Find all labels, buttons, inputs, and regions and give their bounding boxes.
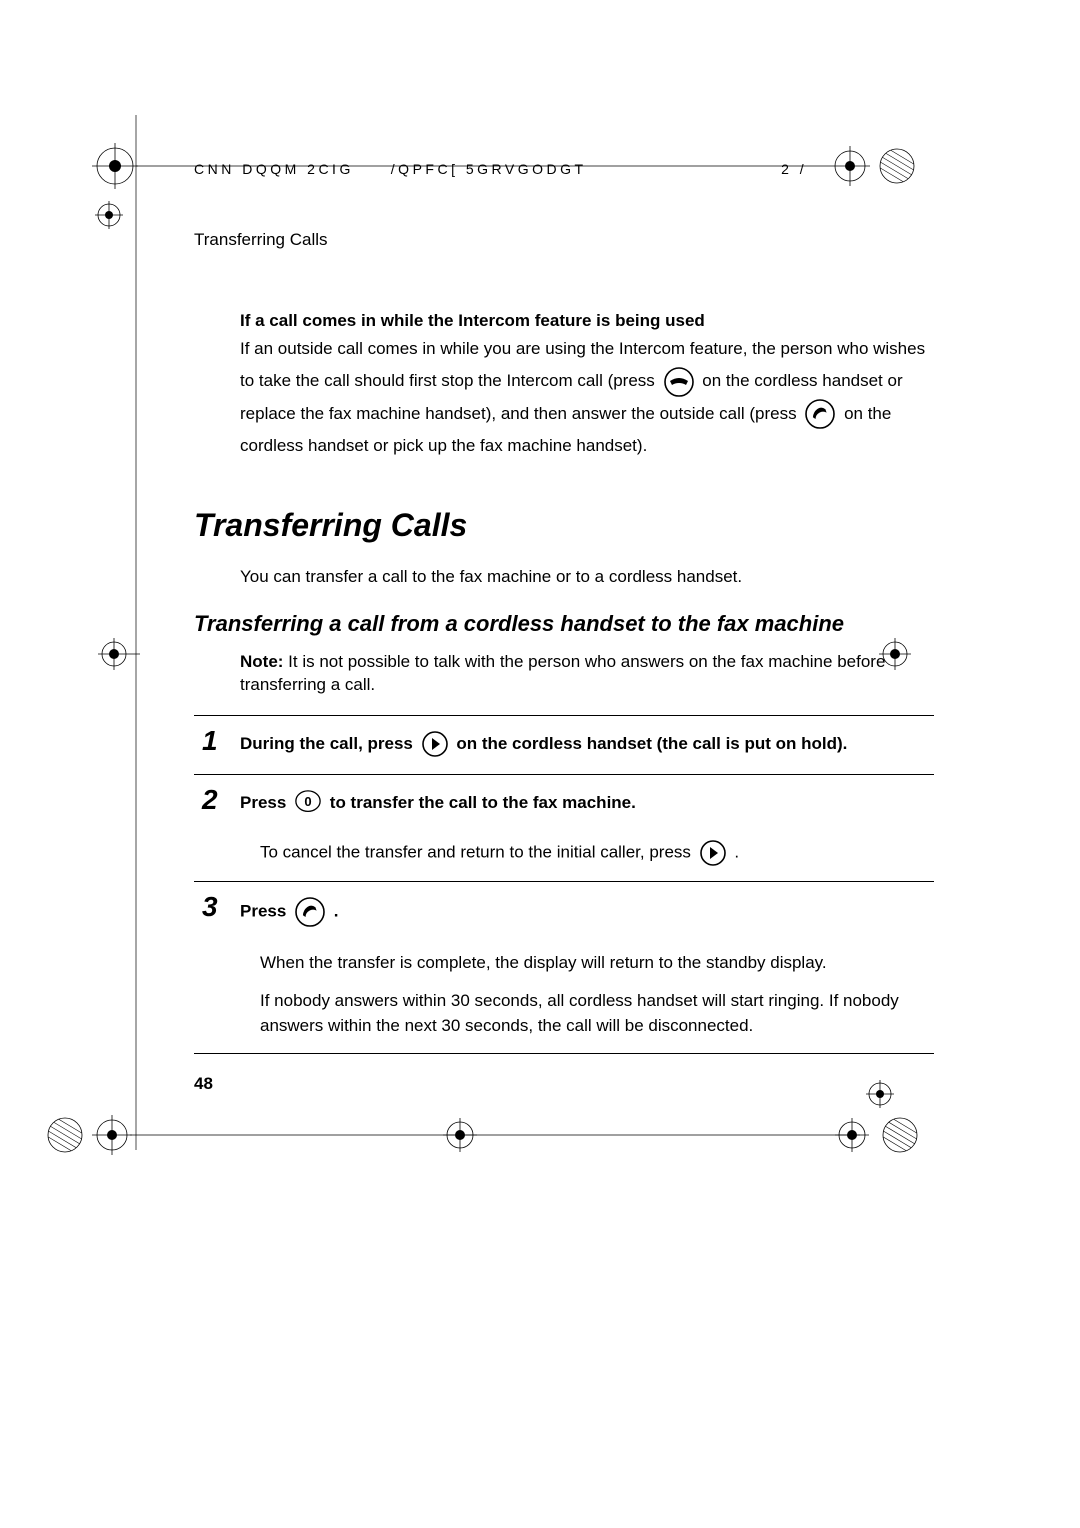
step-sub-text-2: If nobody answers within 30 seconds, all… bbox=[260, 988, 934, 1039]
step-text: To cancel the transfer and return to the… bbox=[260, 843, 696, 862]
step-1: 1 During the call, press on the cordless… bbox=[194, 715, 934, 774]
section-title: Transferring Calls bbox=[194, 504, 934, 547]
step-number: 3 bbox=[202, 888, 218, 926]
step-2: 2 Press to transfer the call to the fax … bbox=[194, 774, 934, 882]
step-sub-text-1: When the transfer is complete, the displ… bbox=[260, 950, 934, 976]
step-number: 1 bbox=[202, 722, 218, 760]
step-3: 3 Press . When the transfer is complete,… bbox=[194, 881, 934, 1054]
page-content: CNN DQQM 2CIG /QPFC[ 5GRVGODGT 2 / Trans… bbox=[194, 160, 934, 1054]
talk-icon bbox=[804, 398, 836, 430]
step-text: . bbox=[334, 902, 339, 921]
intercom-heading: If a call comes in while the Intercom fe… bbox=[240, 310, 934, 333]
step-body: Press to transfer the call to the fax ma… bbox=[240, 789, 934, 818]
header-code-left: CNN DQQM 2CIG bbox=[194, 161, 354, 177]
header-code-right: 2 / bbox=[781, 161, 807, 177]
right-arrow-icon bbox=[421, 730, 449, 758]
step-body: During the call, press on the cordless h… bbox=[240, 730, 934, 759]
step-body: Press . bbox=[240, 896, 934, 928]
note-block: Note: It is not possible to talk with th… bbox=[240, 651, 934, 697]
note-label: Note: bbox=[240, 652, 283, 671]
step-text: on the cordless handset (the call is put… bbox=[456, 734, 847, 753]
intercom-body: If an outside call comes in while you ar… bbox=[240, 333, 934, 463]
step-text: to transfer the call to the fax machine. bbox=[330, 793, 636, 812]
running-title: Transferring Calls bbox=[194, 229, 934, 252]
intro-text: You can transfer a call to the fax machi… bbox=[240, 566, 934, 589]
page-number: 48 bbox=[194, 1074, 213, 1094]
step-text: During the call, press bbox=[240, 734, 418, 753]
intercom-block: If a call comes in while the Intercom fe… bbox=[240, 310, 934, 463]
right-arrow-icon bbox=[699, 839, 727, 867]
zero-key-icon bbox=[294, 789, 322, 817]
step-text: . bbox=[734, 843, 739, 862]
steps-list: 1 During the call, press on the cordless… bbox=[194, 715, 934, 1054]
talk-icon bbox=[294, 896, 326, 928]
hangup-icon bbox=[663, 366, 695, 398]
step-text: Press bbox=[240, 902, 291, 921]
sub-section-title: Transferring a call from a cordless hand… bbox=[194, 611, 934, 637]
step-sub-text: To cancel the transfer and return to the… bbox=[260, 839, 934, 867]
step-number: 2 bbox=[202, 781, 218, 819]
header-code-line: CNN DQQM 2CIG /QPFC[ 5GRVGODGT 2 / bbox=[194, 160, 934, 179]
note-text: It is not possible to talk with the pers… bbox=[240, 652, 885, 694]
header-code-mid: /QPFC[ 5GRVGODGT bbox=[391, 161, 587, 177]
step-text: Press bbox=[240, 793, 291, 812]
